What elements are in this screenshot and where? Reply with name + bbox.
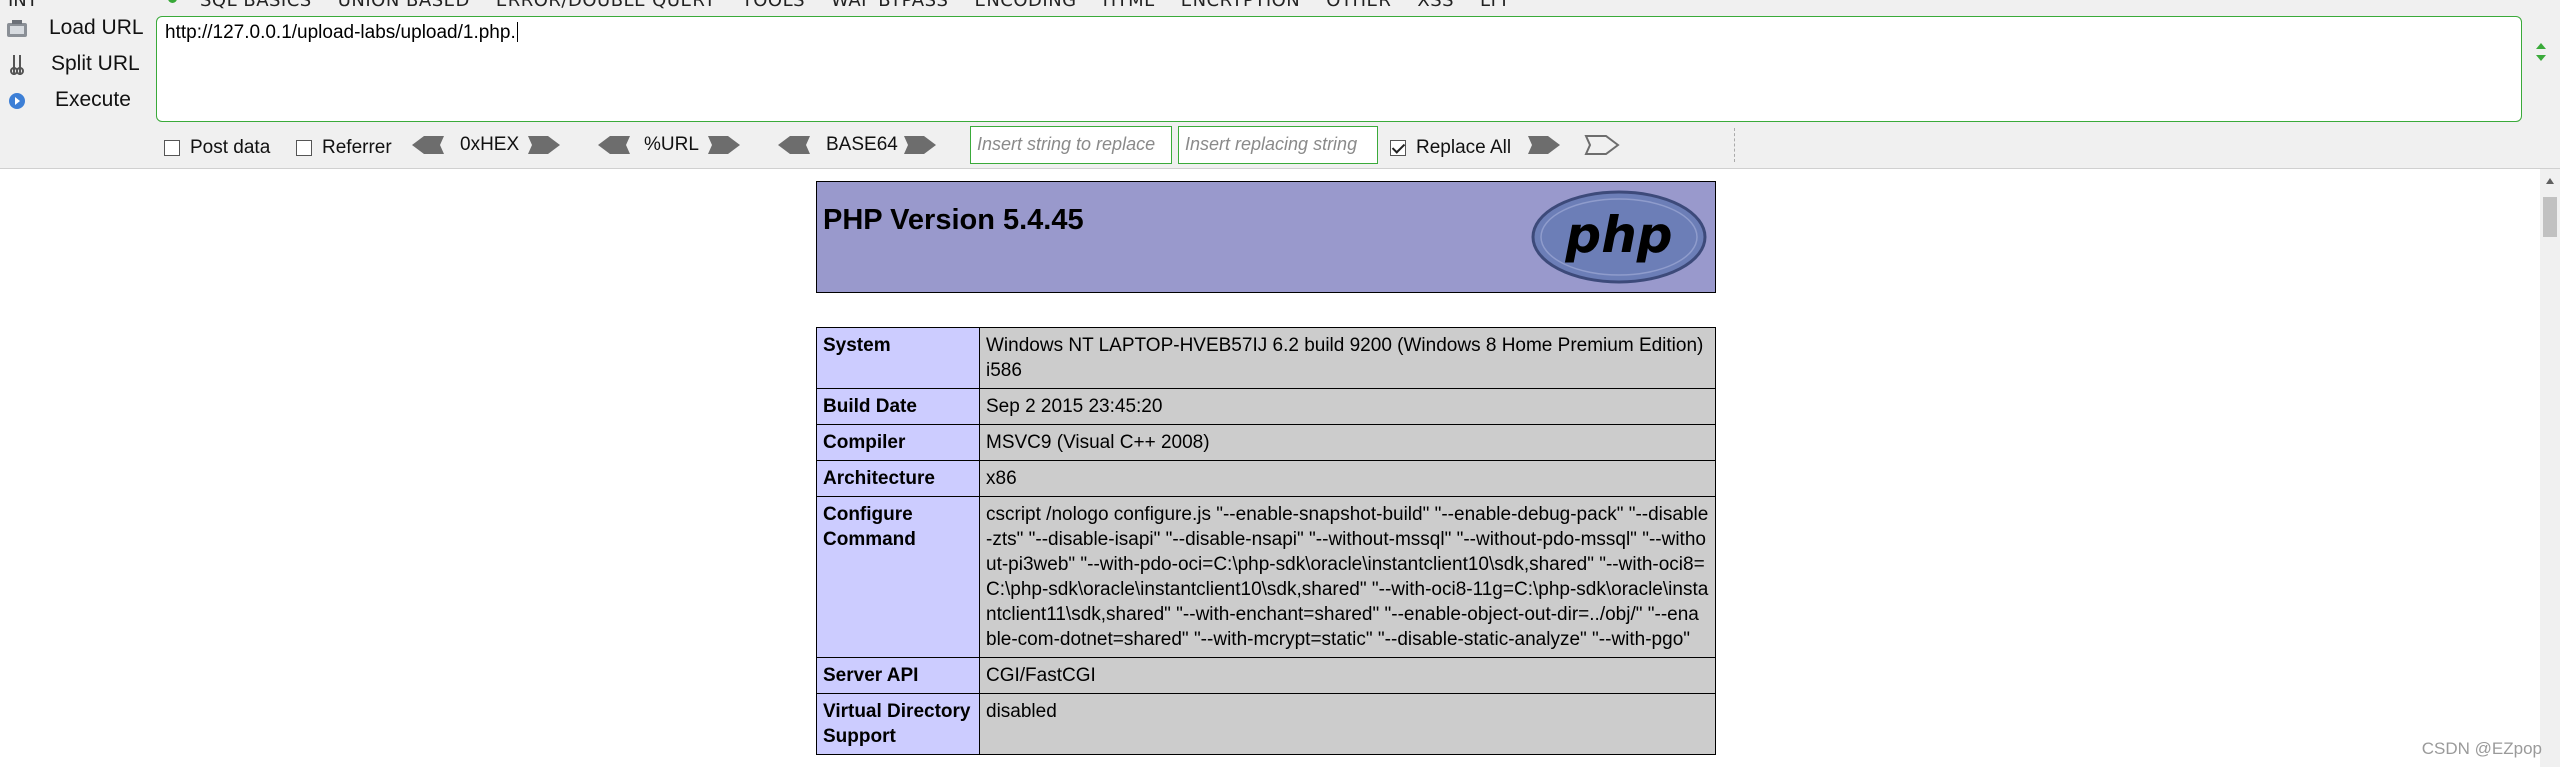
load-url-icon — [6, 18, 28, 40]
row-value: cscript /nologo configure.js "--enable-s… — [979, 496, 1716, 658]
hackbar-toolbar: INT SQL BASICS UNION BASED ERROR/DOUBLE QU… — [0, 0, 2560, 169]
referrer-label: Referrer — [322, 137, 392, 158]
watermark-text: CSDN @EZpop — [2421, 739, 2542, 758]
php-version-title: PHP Version 5.4.45 — [823, 204, 1084, 236]
row-value: Sep 2 2015 23:45:20 — [979, 388, 1716, 425]
url-text: http://127.0.0.1/upload-labs/upload/1.ph… — [165, 22, 516, 43]
menu-item[interactable]: OTHER — [1326, 0, 1391, 11]
php-logo-text: php — [1564, 206, 1672, 264]
hex-encode-arrow-icon[interactable] — [526, 134, 562, 156]
row-value: x86 — [979, 460, 1716, 497]
replace-string-input[interactable]: Insert replacing string — [1178, 126, 1378, 164]
menu-item[interactable]: ERROR/DOUBLE QUERY — [496, 0, 716, 11]
menu-item[interactable]: UNION BASED — [338, 0, 470, 11]
table-row: System Windows NT LAPTOP-HVEB57IJ 6.2 bui… — [816, 327, 1716, 389]
menu-item[interactable]: LFI — [1480, 0, 1507, 11]
find-string-placeholder: Insert string to replace — [977, 134, 1156, 154]
execute-button[interactable]: Execute — [0, 82, 150, 118]
base64-label: BASE64 — [826, 134, 898, 155]
url-decode-arrow-icon[interactable] — [596, 134, 632, 156]
execute-icon — [6, 90, 28, 112]
url-textarea[interactable]: http://127.0.0.1/upload-labs/upload/1.ph… — [156, 16, 2522, 122]
base64-encode-arrow-icon[interactable] — [902, 134, 938, 156]
replace-arrow-icon[interactable] — [1526, 134, 1562, 156]
php-version-header: PHP Version 5.4.45 php — [816, 181, 1716, 293]
hex-label: 0xHEX — [460, 134, 520, 155]
row-key: Compiler — [816, 424, 980, 461]
split-url-button[interactable]: Split URL — [0, 46, 150, 82]
menu-item[interactable]: HTML — [1103, 0, 1155, 11]
action-buttons: Load URL Split URL Execute — [0, 10, 150, 118]
load-url-button[interactable]: Load URL — [0, 10, 150, 46]
text-caret — [516, 22, 518, 42]
url-encode-label: %URL — [644, 134, 699, 155]
menu-item[interactable]: ENCRYPTION — [1181, 0, 1301, 11]
expand-arrows-icon[interactable] — [2534, 42, 2548, 66]
phpinfo-table: System Windows NT LAPTOP-HVEB57IJ 6.2 bui… — [816, 327, 1716, 755]
find-string-input[interactable]: Insert string to replace — [970, 126, 1172, 164]
phpinfo-table-body: System Windows NT LAPTOP-HVEB57IJ 6.2 bui… — [816, 327, 1716, 755]
row-key: Virtual Directory Support — [816, 693, 980, 755]
status-dot-icon — [168, 0, 177, 3]
row-key: Server API — [816, 657, 980, 694]
load-url-label: Load URL — [49, 16, 144, 39]
referrer-checkbox[interactable]: Referrer — [296, 137, 392, 159]
replace-execute-arrow-icon[interactable] — [1584, 134, 1620, 156]
hex-decode-arrow-icon[interactable] — [410, 134, 446, 156]
replace-all-checkbox-box[interactable] — [1390, 140, 1406, 156]
post-data-label: Post data — [190, 137, 271, 158]
table-row: Configure Command cscript /nologo configu… — [816, 496, 1716, 658]
split-url-icon — [6, 54, 28, 76]
menu-item[interactable]: WAF BYPASS — [831, 0, 948, 11]
menu-item[interactable]: SQL BASICS — [200, 0, 312, 11]
page-scrollbar[interactable] — [2540, 169, 2560, 767]
table-row: Virtual Directory Support disabled — [816, 693, 1716, 755]
options-row: Post data Referrer 0xHEX %URL BASE64 Ins… — [160, 126, 2560, 168]
hackbar-menu-bar: INT SQL BASICS UNION BASED ERROR/DOUBLE QU… — [0, 0, 2560, 11]
php-logo-icon[interactable]: php — [1529, 188, 1709, 286]
menu-item[interactable]: ENCODING — [974, 0, 1076, 11]
row-value: CGI/FastCGI — [979, 657, 1716, 694]
scrollbar-thumb[interactable] — [2543, 197, 2557, 237]
row-key: Architecture — [816, 460, 980, 497]
scroll-up-arrow-icon[interactable] — [2545, 177, 2555, 185]
replace-all-label: Replace All — [1416, 137, 1512, 158]
url-encode-arrow-icon[interactable] — [706, 134, 742, 156]
execute-label: Execute — [55, 88, 131, 111]
table-row: Architecture x86 — [816, 460, 1716, 497]
separator — [1734, 128, 1735, 162]
menu-items: SQL BASICS UNION BASED ERROR/DOUBLE QUERY T… — [200, 0, 1533, 11]
referrer-checkbox-box[interactable] — [296, 140, 312, 156]
phpinfo-page: PHP Version 5.4.45 php System Windows NT … — [0, 169, 2540, 767]
row-value: disabled — [979, 693, 1716, 755]
post-data-checkbox[interactable]: Post data — [164, 137, 270, 159]
base64-decode-arrow-icon[interactable] — [776, 134, 812, 156]
table-row: Build Date Sep 2 2015 23:45:20 — [816, 388, 1716, 425]
row-key: Configure Command — [816, 496, 980, 658]
row-value: MSVC9 (Visual C++ 2008) — [979, 424, 1716, 461]
row-value: Windows NT LAPTOP-HVEB57IJ 6.2 build 920… — [979, 327, 1716, 389]
row-key: Build Date — [816, 388, 980, 425]
post-data-checkbox-box[interactable] — [164, 140, 180, 156]
menu-item[interactable]: TOOLS — [742, 0, 805, 11]
replace-all-checkbox[interactable]: Replace All — [1390, 137, 1511, 159]
menu-item[interactable]: XSS — [1417, 0, 1454, 11]
table-row: Server API CGI/FastCGI — [816, 657, 1716, 694]
replace-string-placeholder: Insert replacing string — [1185, 134, 1358, 154]
row-key: System — [816, 327, 980, 389]
table-row: Compiler MSVC9 (Visual C++ 2008) — [816, 424, 1716, 461]
split-url-label: Split URL — [51, 52, 140, 75]
